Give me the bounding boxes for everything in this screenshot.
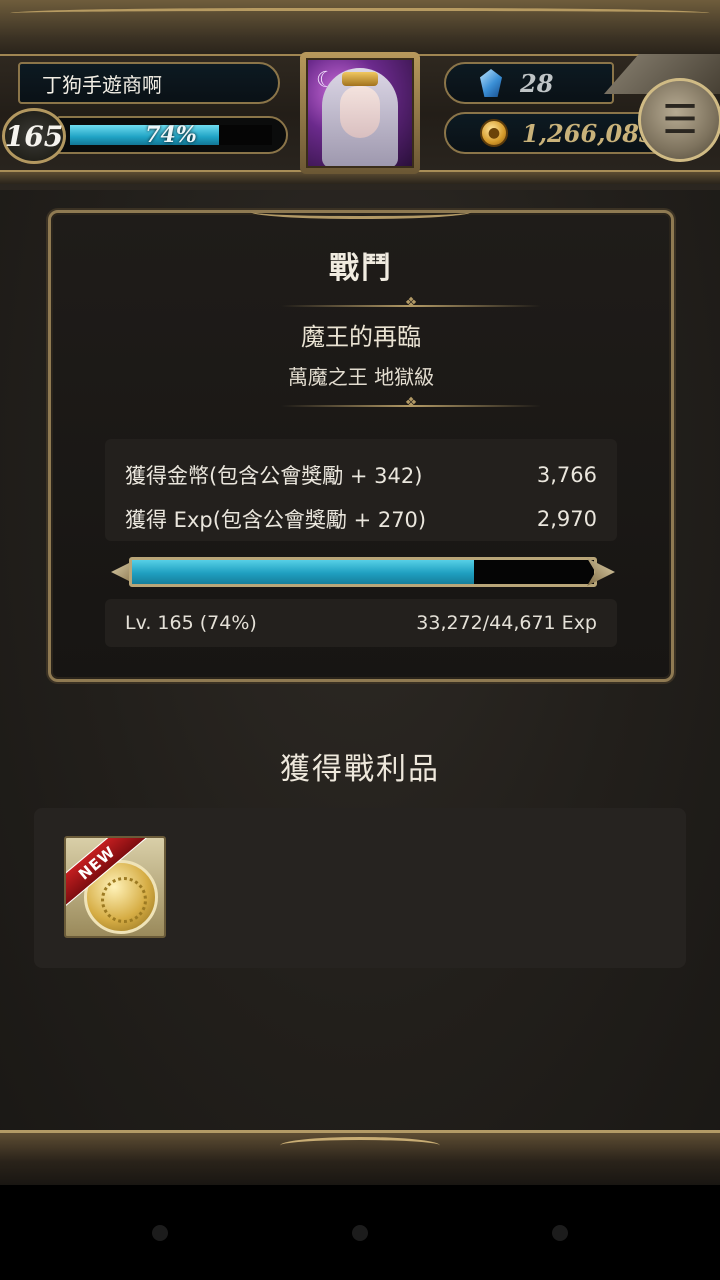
hud-ornament [0, 0, 720, 56]
system-nav-bar [0, 1185, 720, 1280]
reward-summary: 獲得金幣(包含公會獎勵 + 342) 3,766 獲得 Exp(包含公會獎勵 +… [105, 439, 617, 541]
reward-value: 2,970 [536, 507, 597, 531]
avatar-crown [342, 72, 378, 86]
reward-label: 獲得 Exp(包含公會獎勵 + 270) [125, 508, 427, 532]
bottom-frame [0, 1130, 720, 1185]
level-summary: Lv. 165 (74%) 33,272/44,671 Exp [105, 599, 617, 647]
level-info: Lv. 165 (74%) [125, 612, 257, 634]
loot-list: NEW [34, 808, 686, 968]
stage-difficulty: 萬魔之王 地獄級 [287, 365, 435, 389]
reward-label: 獲得金幣(包含公會獎勵 + 342) [125, 464, 423, 488]
player-level: 165 [4, 119, 64, 153]
panel-title: 戰鬥 [329, 251, 393, 286]
top-hud: 丁狗手遊商啊 74% 165 ☾ 28 ● 1,266,083 ☰ [0, 0, 720, 190]
scroll-menu-icon: ☰ [662, 97, 698, 143]
menu-button[interactable]: ☰ [638, 78, 720, 162]
divider-top [281, 305, 541, 307]
player-level-badge: 165 [2, 108, 66, 164]
divider-bottom [281, 405, 541, 407]
exp-fill [132, 560, 474, 584]
exp-info: 33,272/44,671 Exp [416, 612, 597, 634]
moon-icon: ☾ [316, 68, 336, 93]
gold-count: 1,266,083 [522, 118, 656, 148]
player-portrait[interactable]: ☾ [300, 52, 420, 174]
gold-coin-icon: ● [480, 119, 508, 147]
battle-result-panel: 戰鬥 魔王的再臨 萬魔之王 地獄級 獲得金幣(包含公會獎勵 + 342) 3,7… [48, 210, 674, 682]
loot-item-gold-coin-card[interactable]: NEW [64, 836, 166, 938]
exp-progress-bar [111, 555, 609, 589]
reward-value: 3,766 [536, 463, 597, 487]
stage-name: 魔王的再臨 [301, 323, 421, 351]
level-percent: 74% [145, 122, 197, 148]
player-name: 丁狗手遊商啊 [42, 72, 162, 97]
avatar-face [340, 86, 380, 138]
nav-recent-dot[interactable] [552, 1225, 568, 1241]
gem-counter[interactable]: 28 [444, 62, 614, 104]
player-name-plate: 丁狗手遊商啊 [18, 62, 280, 104]
reward-row-exp: 獲得 Exp(包含公會獎勵 + 270) 2,970 [125, 497, 597, 541]
gem-count: 28 [520, 68, 554, 98]
panel-flourish [251, 205, 471, 219]
avatar: ☾ [306, 58, 414, 168]
nav-home-dot[interactable] [352, 1225, 368, 1241]
exp-track [129, 557, 597, 587]
level-track: 74% [70, 122, 272, 148]
player-level-bar: 74% [56, 116, 288, 154]
blue-crystal-icon [480, 69, 502, 97]
nav-back-dot[interactable] [152, 1225, 168, 1241]
reward-row-gold: 獲得金幣(包含公會獎勵 + 342) 3,766 [125, 453, 597, 497]
battle-result-screen: 丁狗手遊商啊 74% 165 ☾ 28 ● 1,266,083 ☰ 戰鬥 ❖ 魔… [0, 0, 720, 1185]
loot-title: 獲得戰利品 [280, 752, 440, 787]
